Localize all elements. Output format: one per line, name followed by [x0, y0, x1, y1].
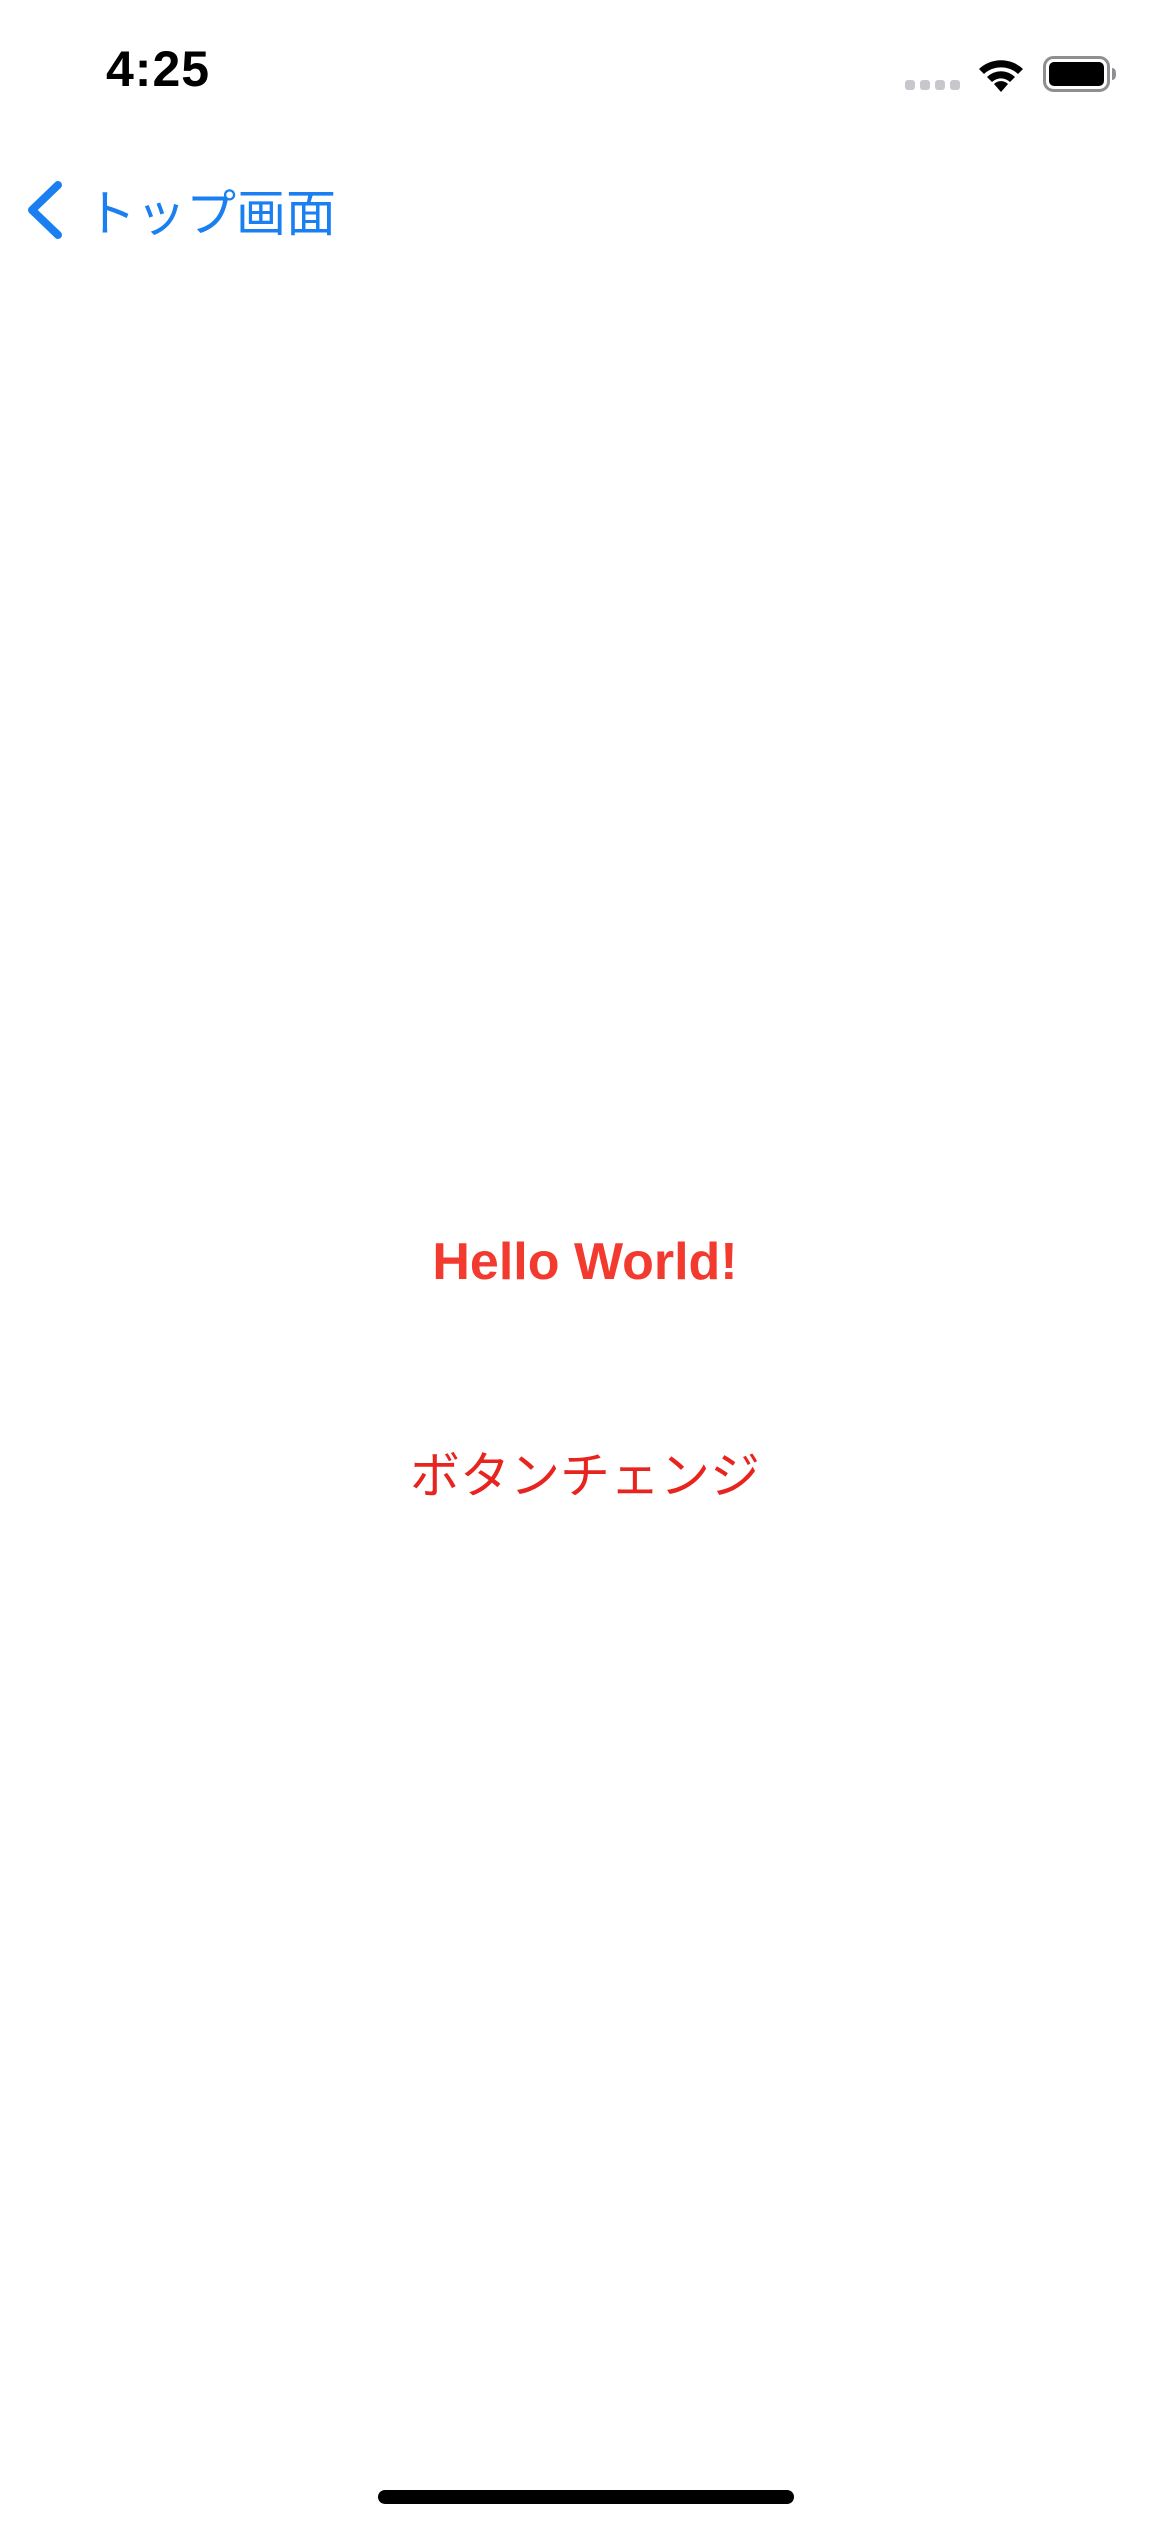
back-button-label: トップ画面	[86, 185, 336, 243]
chevron-left-icon	[28, 181, 62, 239]
back-button[interactable]: トップ画面	[22, 170, 336, 250]
wifi-icon	[979, 60, 1023, 92]
home-indicator[interactable]	[378, 2490, 794, 2504]
status-bar: 4:25	[0, 0, 1170, 150]
signal-icon	[905, 80, 960, 90]
hello-label: Hello World!	[432, 1233, 738, 1291]
change-button[interactable]: ボタンチェンジ	[385, 1436, 785, 1516]
battery-icon	[1043, 56, 1116, 92]
status-time: 4:25	[106, 41, 211, 97]
